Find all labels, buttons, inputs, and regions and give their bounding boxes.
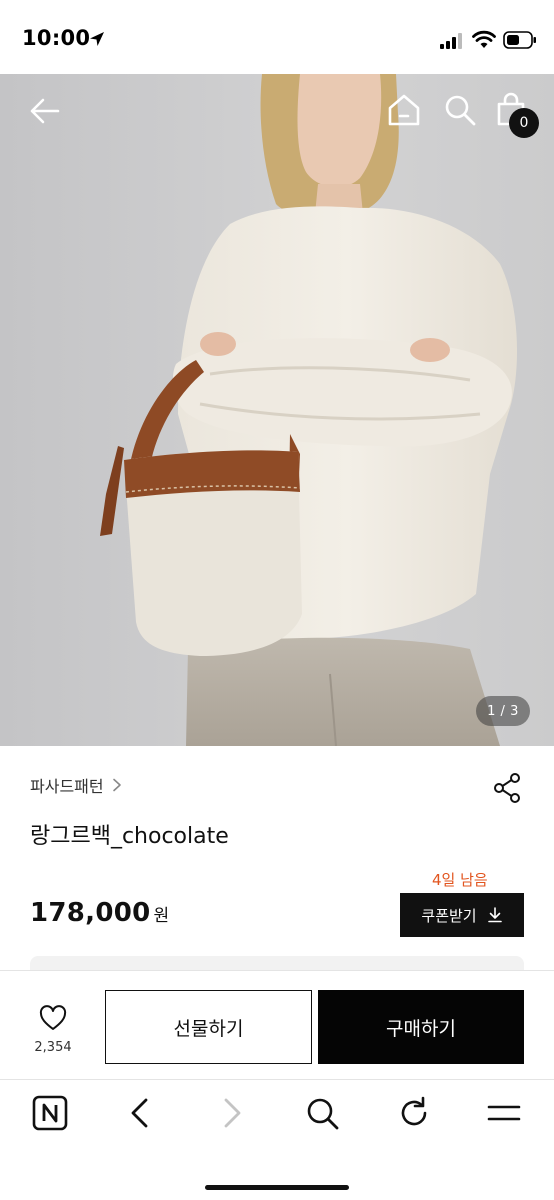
price-amount: 178,000 <box>30 898 151 928</box>
brand-name: 파사드패턴 <box>30 777 104 796</box>
cart-count-badge: 0 <box>509 108 539 138</box>
like-count: 2,354 <box>34 1040 72 1055</box>
share-icon[interactable] <box>492 772 522 804</box>
buy-button[interactable]: 구매하기 <box>318 990 524 1064</box>
coupon-download-button[interactable]: 쿠폰받기 <box>400 893 524 937</box>
price: 178,000 원 <box>30 898 169 928</box>
naver-n-icon[interactable] <box>32 1095 68 1131</box>
product-title: 랑그르백_chocolate <box>30 824 229 849</box>
heart-icon[interactable] <box>39 1005 67 1031</box>
search-icon[interactable] <box>442 92 478 128</box>
brand-link[interactable]: 파사드패턴 <box>30 773 124 797</box>
gift-button[interactable]: 선물하기 <box>105 990 312 1064</box>
battery-icon <box>503 31 536 49</box>
search-icon[interactable] <box>304 1095 340 1131</box>
status-bar: 10:00 <box>0 0 554 74</box>
menu-icon[interactable] <box>486 1095 522 1131</box>
coupon-button-label: 쿠폰받기 <box>421 906 477 925</box>
product-image-carousel[interactable]: 0 1 / 3 <box>0 74 554 746</box>
coupon-days-left: 4일 남음 <box>432 871 488 889</box>
chevron-right-icon <box>112 778 121 792</box>
back-chevron-icon[interactable] <box>122 1095 158 1131</box>
status-time: 10:00 <box>22 26 91 50</box>
home-indicator <box>205 1185 349 1190</box>
location-arrow-icon <box>90 32 104 46</box>
back-arrow-icon[interactable] <box>26 92 64 130</box>
wifi-icon <box>472 30 496 48</box>
refresh-icon[interactable] <box>396 1095 432 1131</box>
browser-toolbar <box>0 1081 554 1200</box>
gift-button-label: 선물하기 <box>173 1017 244 1040</box>
download-icon <box>487 907 502 923</box>
home-icon[interactable] <box>386 92 422 128</box>
image-page-indicator: 1 / 3 <box>476 696 530 726</box>
buy-button-label: 구매하기 <box>386 1017 456 1040</box>
price-currency: 원 <box>153 906 170 926</box>
product-photo <box>0 74 554 746</box>
forward-chevron-icon[interactable] <box>214 1095 250 1131</box>
cellular-signal-icon <box>440 33 462 49</box>
